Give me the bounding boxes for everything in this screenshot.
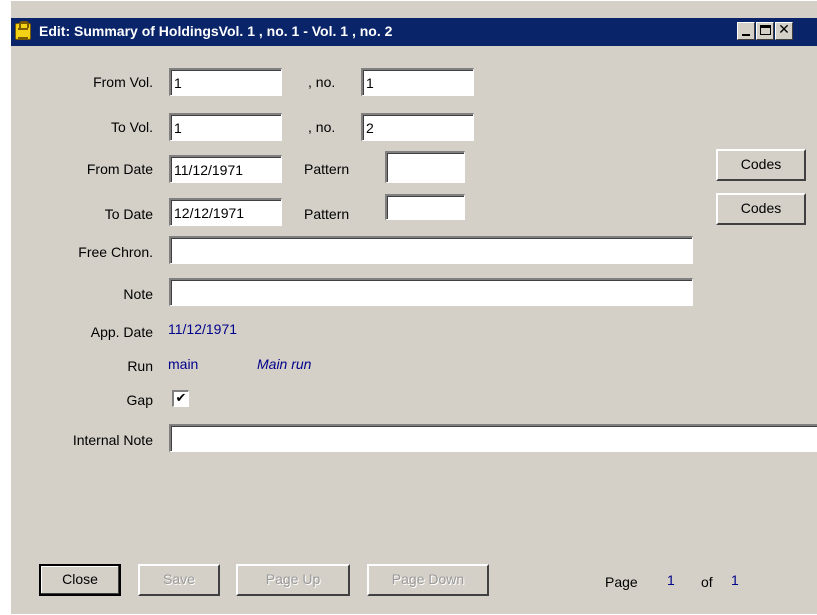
from-date-input[interactable]: 11/12/1971 [169,155,282,183]
internal-note-label: Internal Note [72,432,153,448]
from-no-input[interactable]: 1 [361,68,474,96]
to-date-label: To Date [104,206,153,222]
minimize-button[interactable] [737,22,755,40]
page-up-button[interactable]: Page Up [236,564,350,596]
close-window-button[interactable]: ✕ [775,22,793,40]
free-chron-label: Free Chron. [78,244,153,260]
window-title: Edit: Summary of HoldingsVol. 1 , no. 1 … [39,23,393,39]
app-icon [15,21,31,40]
title-bar[interactable]: Edit: Summary of HoldingsVol. 1 , no. 1 … [11,18,817,46]
app-date-label: App. Date [90,324,153,340]
close-button[interactable]: Close [39,564,121,596]
of-label: of [701,574,713,590]
gap-checkbox[interactable]: ✔ [172,390,189,407]
page-label: Page [605,574,638,590]
note-label: Note [123,286,153,302]
total-pages-value: 1 [731,572,739,588]
note-input[interactable] [169,278,693,306]
save-button[interactable]: Save [138,564,220,596]
current-page-value: 1 [667,572,675,588]
to-no-input[interactable]: 2 [361,113,474,141]
to-vol-label: To Vol. [110,119,153,135]
from-vol-input[interactable]: 1 [169,68,282,96]
to-pattern-label: Pattern [304,206,350,222]
to-vol-input[interactable]: 1 [169,113,282,141]
app-date-value: 11/12/1971 [168,321,238,337]
run-label: Run [127,358,153,374]
free-chron-input[interactable] [169,236,693,264]
internal-note-input[interactable] [169,424,817,452]
from-pattern-input[interactable] [385,151,465,183]
run-name-value: Main run [257,356,312,372]
run-code-value: main [168,356,199,372]
minimize-icon [742,34,750,36]
from-vol-label: From Vol. [93,74,153,90]
from-pattern-label: Pattern [304,161,350,177]
gap-label: Gap [126,392,153,408]
to-no-label: , no. [308,119,336,135]
maximize-icon [760,25,771,35]
to-codes-button[interactable]: Codes [716,193,806,225]
from-date-label: From Date [86,161,153,177]
to-pattern-input[interactable] [385,194,465,220]
maximize-button[interactable] [756,22,774,40]
from-no-label: , no. [308,74,336,90]
checkmark-icon: ✔ [175,391,187,406]
from-codes-button[interactable]: Codes [716,149,806,181]
window-left-edge [1,1,11,615]
to-date-input[interactable]: 12/12/1971 [169,198,282,226]
page-down-button[interactable]: Page Down [367,564,489,596]
edit-window: Edit: Summary of HoldingsVol. 1 , no. 1 … [0,0,817,615]
